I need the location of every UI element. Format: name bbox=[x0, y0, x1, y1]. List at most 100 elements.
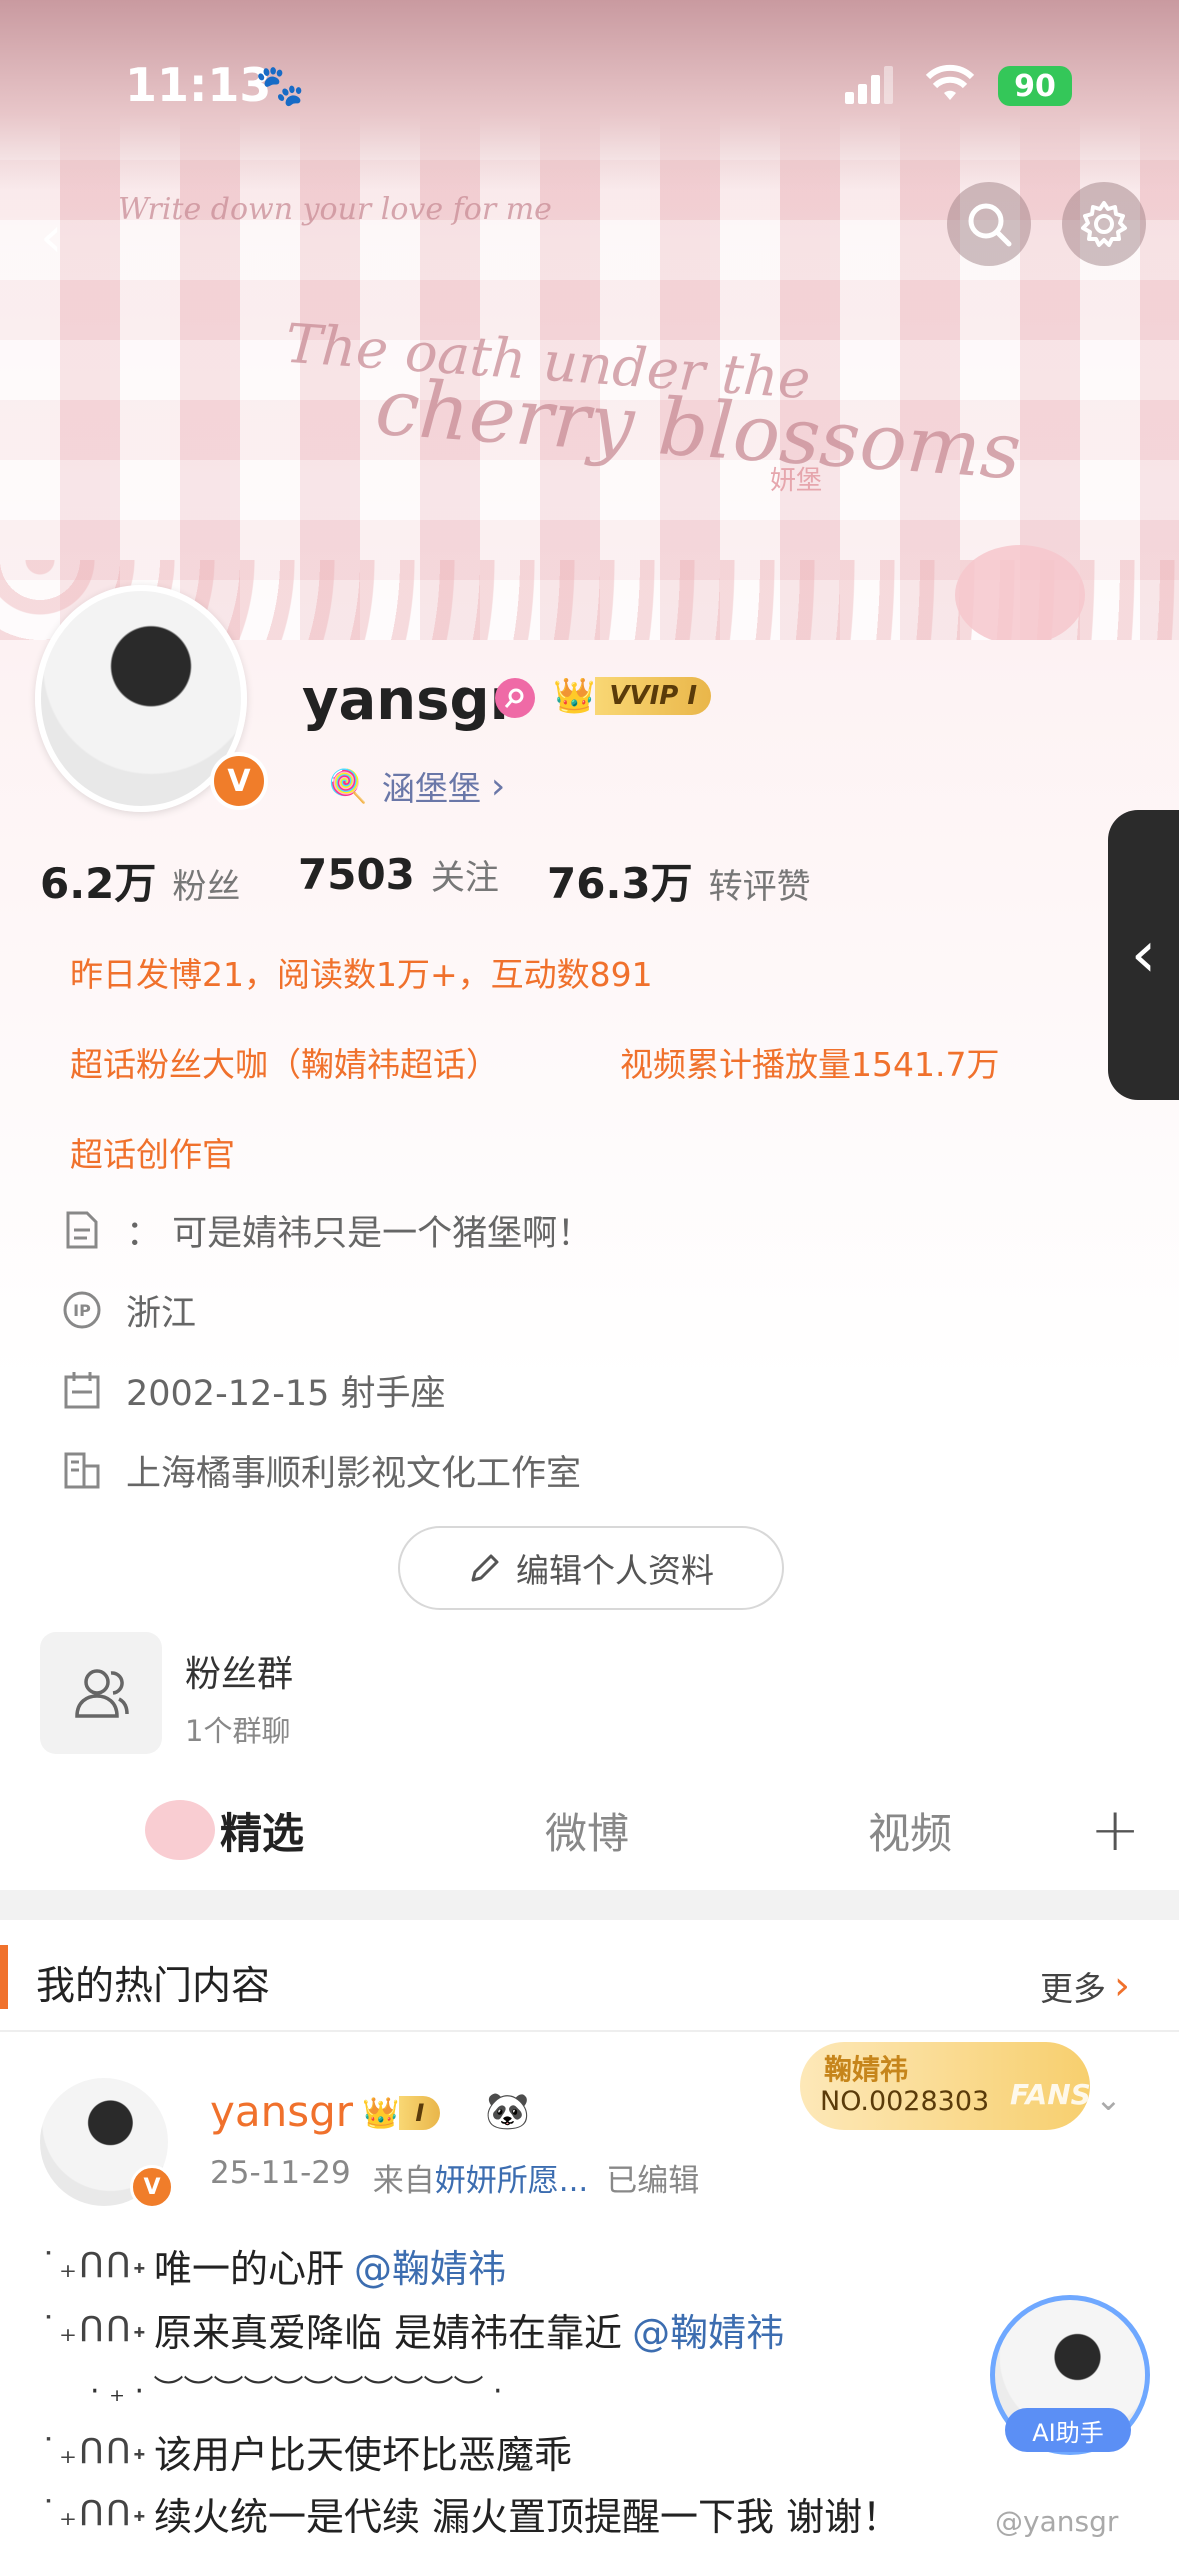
fan-badge-number: NO.0028303 bbox=[820, 2086, 990, 2117]
tab-weibo[interactable]: 微博 bbox=[545, 1770, 629, 1890]
post-source-prefix: 来自 bbox=[372, 2163, 435, 2199]
stat-value: 6.2万 bbox=[40, 859, 157, 908]
post-meta: 25-11-29 来自 妍妍所愿... 已编辑 bbox=[210, 2155, 699, 2200]
stat-followers[interactable]: 6.2万 粉丝 bbox=[40, 850, 240, 911]
pencil-icon bbox=[471, 1554, 499, 1582]
ip-text: 浙江 bbox=[126, 1293, 197, 1334]
tab-featured[interactable]: 精选 bbox=[220, 1770, 304, 1890]
document-icon bbox=[62, 1210, 102, 1250]
post-author[interactable]: yansgr bbox=[210, 2087, 353, 2136]
add-tab-icon[interactable]: + bbox=[1090, 1770, 1140, 1890]
tab-video[interactable]: 视频 bbox=[868, 1770, 952, 1890]
post-verified-badge: V bbox=[130, 2165, 174, 2209]
stat-label: 关注 bbox=[430, 858, 499, 898]
profile-content-background bbox=[0, 640, 1179, 1880]
alias-label: 涵堡堡 bbox=[381, 769, 481, 808]
post-date: 25-11-29 bbox=[210, 2155, 351, 2191]
calendar-icon bbox=[62, 1370, 102, 1410]
crown-icon: 👑 bbox=[553, 676, 596, 716]
post-line-prefix: ˙₊ᑎᑎ˖ bbox=[40, 2245, 148, 2286]
post-deco-row: · ₊ · ︶︶︶︶︶︶︶︶︶︶︶ · bbox=[90, 2374, 503, 2409]
birthday-text: 2002-12-15 射手座 bbox=[126, 1373, 446, 1414]
signal-icon bbox=[845, 66, 893, 104]
stat-label: 粉丝 bbox=[172, 867, 241, 907]
ip-location-icon: IP bbox=[62, 1290, 102, 1330]
vip-badge[interactable]: 👑 VVIP I bbox=[553, 673, 712, 719]
profile-username: yansgr bbox=[302, 668, 518, 733]
info-company: 上海橘事顺利影视文化工作室 bbox=[62, 1440, 581, 1500]
post-line-text: 续火统一是代续 漏火置顶提醒一下我 谢谢！ bbox=[153, 2495, 901, 2539]
vip-level: VVIP I bbox=[595, 677, 712, 715]
verified-badge: V bbox=[210, 752, 268, 810]
post-line-prefix: ˙₊ᑎᑎ˖ bbox=[40, 2309, 148, 2350]
info-ip: IP 浙江 bbox=[62, 1280, 196, 1340]
stat-label: 转评赞 bbox=[708, 867, 811, 907]
company-text: 上海橘事顺利影视文化工作室 bbox=[126, 1453, 582, 1494]
wifi-icon bbox=[925, 64, 975, 104]
back-icon[interactable]: ‹ bbox=[40, 205, 62, 270]
post-line-prefix: ˙₊ᑎᑎ˖ bbox=[40, 2431, 148, 2472]
stat-value: 7503 bbox=[298, 850, 415, 899]
highlight-daily-stats[interactable]: 昨日发博21，阅读数1万+，互动数891 bbox=[70, 948, 653, 996]
info-birthday: 2002-12-15 射手座 bbox=[62, 1360, 446, 1420]
settings-button[interactable] bbox=[1062, 182, 1146, 266]
divider-line bbox=[0, 2030, 1179, 2032]
section-divider bbox=[0, 1890, 1179, 1920]
chevron-left-icon: ‹ bbox=[1130, 918, 1157, 992]
mention-link[interactable]: @鞠婧祎 bbox=[354, 2238, 506, 2293]
vip-level: I bbox=[399, 2096, 441, 2130]
post-line-text: 该用户比天使坏比恶魔乖 bbox=[153, 2433, 572, 2477]
bio-text: ： 可是婧祎只是一个猪堡啊！ bbox=[126, 1213, 593, 1254]
highlight-supertopic-fan[interactable]: 超话粉丝大咖（鞠婧祎超话） bbox=[70, 1038, 499, 1086]
stat-interactions[interactable]: 76.3万 转评赞 bbox=[547, 850, 811, 911]
ai-helper-button[interactable]: AI助手 bbox=[1005, 2408, 1131, 2452]
edit-profile-button[interactable]: 编辑个人资料 bbox=[398, 1526, 784, 1610]
stat-value: 76.3万 bbox=[547, 859, 693, 908]
gear-icon bbox=[1081, 201, 1127, 247]
search-button[interactable] bbox=[947, 182, 1031, 266]
pig-sticker bbox=[955, 545, 1085, 645]
chevron-down-icon[interactable]: ⌄ bbox=[1095, 2080, 1122, 2118]
chevron-right-icon: › bbox=[490, 765, 506, 807]
highlight-video-plays[interactable]: 视频累计播放量1541.7万 bbox=[620, 1038, 999, 1086]
post-edited: 已编辑 bbox=[606, 2163, 700, 2199]
section-accent-bar bbox=[0, 1945, 8, 2009]
alias-link[interactable]: 🍭 涵堡堡 › bbox=[328, 762, 505, 810]
fan-badge[interactable]: 鞠婧祎 NO.0028303 FANS bbox=[800, 2042, 1091, 2130]
crown-icon: 👑 bbox=[362, 2095, 400, 2131]
search-icon bbox=[968, 203, 1012, 247]
fan-group-subtitle: 1个群聊 bbox=[185, 1714, 291, 1748]
weibo-watermark: @yansgr bbox=[995, 2505, 1119, 2538]
fan-badge-word: FANS bbox=[1010, 2078, 1091, 2111]
svg-text:IP: IP bbox=[73, 1301, 91, 1320]
fan-group-icon-tile[interactable] bbox=[40, 1632, 162, 1754]
post-line: ˙₊ᑎᑎ˖ 续火统一是代续 漏火置顶提醒一下我 谢谢！ bbox=[40, 2486, 900, 2541]
building-icon bbox=[62, 1450, 102, 1490]
post-line-text: 唯一的心肝 bbox=[153, 2247, 344, 2291]
profile-tabs: 精选 微博 视频 + bbox=[0, 1770, 1179, 1890]
post-line-text: 原来真爱降临 是婧祎在靠近 bbox=[153, 2311, 623, 2355]
group-icon bbox=[75, 1669, 129, 1718]
gender-female-icon bbox=[495, 678, 535, 718]
mention-link[interactable]: @鞠婧祎 bbox=[632, 2302, 784, 2357]
stat-following[interactable]: 7503 关注 bbox=[298, 850, 499, 899]
more-link[interactable]: 更多 › bbox=[1040, 1962, 1130, 2010]
chevron-right-icon: › bbox=[1114, 1963, 1130, 2009]
hot-section-title: 我的热门内容 bbox=[36, 1964, 271, 2009]
more-label: 更多 bbox=[1040, 1969, 1106, 2008]
post-source[interactable]: 妍妍所愿... bbox=[435, 2155, 589, 2200]
paw-icon: 🐾 bbox=[255, 63, 305, 109]
fan-group-title[interactable]: 粉丝群 bbox=[185, 1645, 293, 1697]
battery-indicator: 90 bbox=[998, 66, 1072, 106]
status-time: 11:13 bbox=[125, 58, 272, 112]
side-drawer-handle[interactable]: ‹ bbox=[1108, 810, 1179, 1100]
post-line: ˙₊ᑎᑎ˖ 唯一的心肝 @鞠婧祎 bbox=[40, 2238, 506, 2293]
fan-badge-name: 鞠婧祎 bbox=[824, 2053, 909, 2086]
highlight-creator[interactable]: 超话创作官 bbox=[70, 1128, 235, 1176]
info-bio: ： 可是婧祎只是一个猪堡啊！ bbox=[62, 1200, 592, 1260]
edit-profile-label: 编辑个人资料 bbox=[516, 1551, 714, 1590]
panda-icon: 🐼 bbox=[485, 2091, 530, 2132]
post-line: ˙₊ᑎᑎ˖ 该用户比天使坏比恶魔乖 bbox=[40, 2424, 572, 2479]
post-line: ˙₊ᑎᑎ˖ 原来真爱降临 是婧祎在靠近 @鞠婧祎 bbox=[40, 2302, 784, 2357]
post-line-prefix: ˙₊ᑎᑎ˖ bbox=[40, 2493, 148, 2534]
